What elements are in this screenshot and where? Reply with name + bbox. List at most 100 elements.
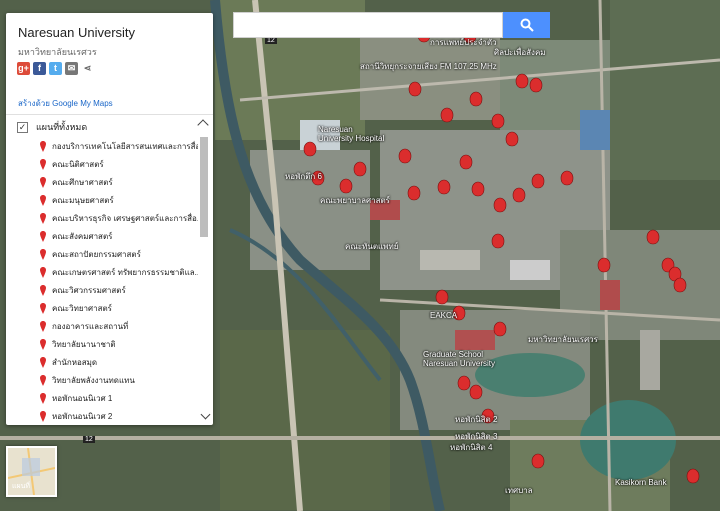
divider [6,114,213,115]
layer-header[interactable]: ✓ แผนที่ทั้งหมด [17,120,87,134]
map-label: เทศบาล [505,486,533,495]
list-item[interactable]: คณะมนุษยศาสตร์ [40,191,198,209]
map-label: สถานีวิทยุกระจายเสียง FM 107.25 MHz [360,62,497,71]
list-item-label: วิทยาลัยนานาชาติ [52,339,116,349]
email-icon[interactable]: ✉ [65,62,78,75]
map-pin[interactable] [673,277,687,293]
list-item-label: กองบริการเทคโนโลยีสารสนเทศและการสื่อ... [52,141,198,151]
map-pin[interactable] [469,91,483,107]
map-pin[interactable] [303,141,317,157]
list-item-label: คณะนิติศาสตร์ [52,159,104,169]
list-item[interactable]: กองบริการเทคโนโลยีสารสนเทศและการสื่อ... [40,137,198,155]
map-pin-icon [40,302,46,314]
list-item[interactable]: คณะสถาปัตยกรรมศาสตร์ [40,245,198,263]
map-pin[interactable] [471,181,485,197]
map-label: Graduate School Naresuan University [423,350,496,368]
twitter-icon[interactable]: t [49,62,62,75]
list-item[interactable]: กองอาคารและสถานที่ [40,317,198,335]
map-pin[interactable] [512,187,526,203]
list-item-label: คณะบริหารธุรกิจ เศรษฐศาสตร์และการสื่อ... [52,213,198,223]
map-pin[interactable] [531,173,545,189]
minimap-toggle[interactable]: แผนที่ [6,446,57,497]
map-pin[interactable] [407,185,421,201]
map-pin[interactable] [493,197,507,213]
list-item[interactable]: คณะบริหารธุรกิจ เศรษฐศาสตร์และการสื่อ... [40,209,198,227]
list-item-label: คณะวิทยาศาสตร์ [52,303,112,313]
list-item-label: คณะวิศวกรรมศาสตร์ [52,285,126,295]
map-label: หอพักนิสิต 4 [450,443,493,452]
list-item-label: คณะสถาปัตยกรรมศาสตร์ [52,249,141,259]
map-pin[interactable] [529,77,543,93]
map-pin[interactable] [459,154,473,170]
map-pin[interactable] [505,131,519,147]
map-pin[interactable] [491,113,505,129]
search-input[interactable] [233,12,503,38]
map-pin[interactable] [491,233,505,249]
list-item-label: คณะเกษตรศาสตร์ ทรัพยากรธรรมชาติแล... [52,267,198,277]
map-label: หอพักตึก 6 [285,172,322,181]
list-item-label: หอพักนอนนิเวศ 2 [52,411,113,421]
list-item[interactable]: คณะสังคมศาสตร์ [40,227,198,245]
map-pin-icon [40,194,46,206]
my-maps-link[interactable]: สร้างด้วย Google My Maps [18,97,113,110]
list-item[interactable]: หอพักนอนนิเวศ 2 [40,407,198,425]
map-pin[interactable] [440,107,454,123]
map-pin[interactable] [560,170,574,186]
map-pin-icon [40,176,46,188]
list-item-label: คณะสังคมศาสตร์ [52,231,113,241]
search-button[interactable] [503,12,550,38]
map-pin[interactable] [469,384,483,400]
map-pin-icon [40,158,46,170]
list-item-label: สำนักหอสมุด [52,357,98,367]
list-item[interactable]: คณะเกษตรศาสตร์ ทรัพยากรธรรมชาติแล... [40,263,198,281]
map-pin[interactable] [457,375,471,391]
map-pin-icon [40,356,46,368]
map-legend-panel: Naresuan University มหาวิทยาลัยนเรศวร g+… [6,13,213,425]
map-pin[interactable] [646,229,660,245]
map-title: Naresuan University [18,25,136,40]
google-plus-icon[interactable]: g+ [17,62,30,75]
map-pin[interactable] [515,73,529,89]
map-pin-icon [40,230,46,242]
map-pin[interactable] [353,161,367,177]
list-item[interactable]: คณะวิทยาศาสตร์ [40,299,198,317]
map-pin[interactable] [437,179,451,195]
map-label: Kasikorn Bank [615,478,667,487]
search-icon [520,18,534,32]
list-item[interactable]: วิทยาลัยพลังงานทดแทน [40,371,198,389]
minimap-label: แผนที่ [12,483,31,490]
list-item-label: คณะมนุษยศาสตร์ [52,195,114,205]
map-label: EAKCA [430,311,458,320]
map-pin[interactable] [408,81,422,97]
map-pin[interactable] [339,178,353,194]
list-item[interactable]: คณะวิศวกรรมศาสตร์ [40,281,198,299]
list-item[interactable]: สำนักหอสมุด [40,353,198,371]
map-pin[interactable] [531,453,545,469]
map-pin[interactable] [597,257,611,273]
map-pin[interactable] [398,148,412,164]
map-pin-icon [40,266,46,278]
map-pin-icon [40,392,46,404]
list-item[interactable]: หอพักนอนนิเวศ 1 [40,389,198,407]
map-pin-icon [40,320,46,332]
list-item-label: หอพักนอนนิเวศ 1 [52,393,113,403]
list-item[interactable]: วิทยาลัยนานาชาติ [40,335,198,353]
scrollbar[interactable] [200,137,208,237]
facebook-icon[interactable]: f [33,62,46,75]
scroll-down-icon[interactable] [200,409,211,420]
map-pin[interactable] [435,289,449,305]
collapse-chevron-icon[interactable] [197,119,209,131]
map-pin-icon [40,140,46,152]
map-pin[interactable] [686,468,700,484]
map-pin-icon [40,338,46,350]
list-item[interactable]: คณะนิติศาสตร์ [40,155,198,173]
map-pin[interactable] [493,321,507,337]
list-item[interactable]: คณะศึกษาศาสตร์ [40,173,198,191]
list-item-label: กองอาคารและสถานที่ [52,321,129,331]
map-label: ศิลปะเพื่อสังคม [494,48,546,57]
share-icon[interactable]: ⋖ [81,62,94,75]
layer-checkbox[interactable]: ✓ [17,121,28,133]
map-pin-icon [40,374,46,386]
map-pin-icon [40,410,46,422]
route-label: 12 [265,37,277,44]
